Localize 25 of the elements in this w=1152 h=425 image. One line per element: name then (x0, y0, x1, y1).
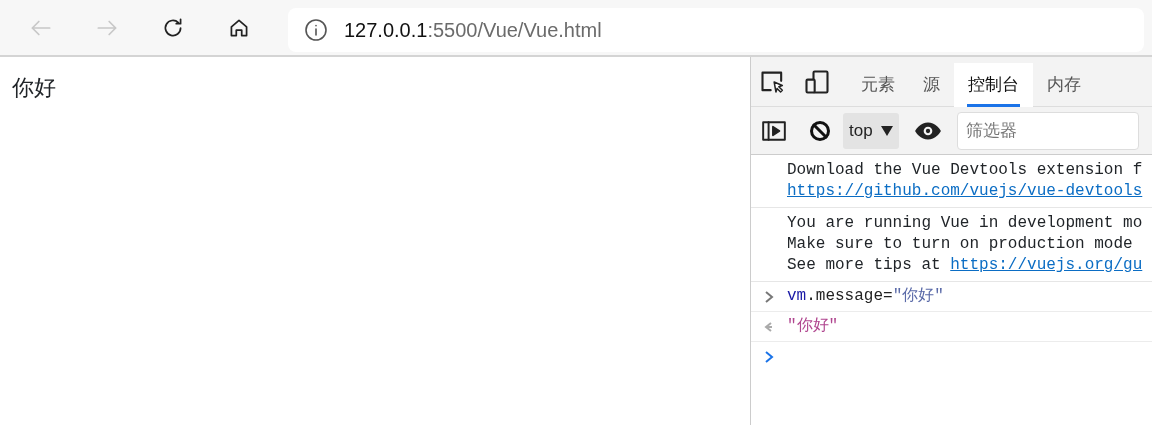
context-dropdown[interactable]: top (843, 112, 899, 149)
console-message: See more tips at (787, 256, 942, 274)
prompt-icon (763, 350, 775, 364)
device-icon (803, 67, 831, 96)
console-message: Download the Vue Devtools extension f (787, 161, 1143, 179)
devtools-tab[interactable]: 源 (909, 62, 954, 107)
devtools-tab[interactable]: 内存 (1033, 62, 1095, 107)
filter-field[interactable]: 筛选器 (956, 111, 1139, 150)
return-arrow-icon (763, 319, 775, 334)
devtools-tab[interactable]: 元素 (847, 62, 909, 107)
chevron-icon (763, 289, 775, 304)
address-bar[interactable]: 127.0.0.1:5500/Vue/Vue.html (288, 7, 1144, 52)
console-message: Make sure to turn on production mode (787, 235, 1133, 253)
url-text: 127.0.0.1:5500/Vue/Vue.html (344, 17, 602, 43)
console-link[interactable]: https://vuejs.org/gu (950, 256, 1143, 274)
console-link[interactable]: https://github.com/vuejs/vue-devtools (787, 182, 1143, 200)
console-result: "你好" (787, 316, 839, 337)
caret-icon (880, 125, 893, 136)
page-text: 你好 (11, 74, 57, 102)
devtools-tab[interactable]: 控制台 (954, 62, 1033, 107)
block-icon (808, 118, 832, 143)
device-toolbar-button[interactable] (803, 67, 831, 96)
console-command: vm.message="你好" (787, 286, 944, 307)
info-icon (304, 17, 328, 42)
console-message: You are running Vue in development mo (787, 214, 1143, 232)
